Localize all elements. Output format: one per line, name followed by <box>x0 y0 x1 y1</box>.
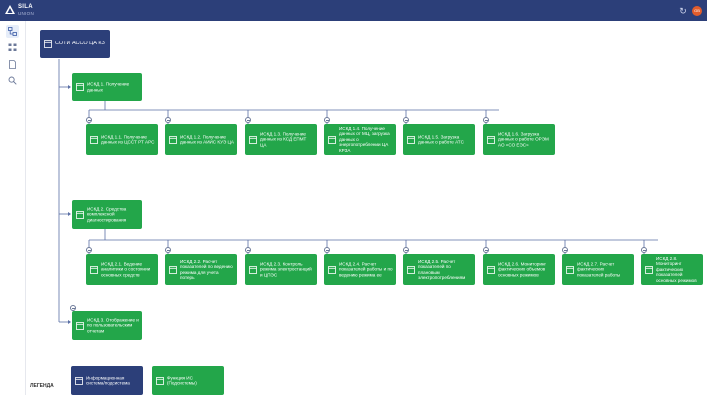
node-label: ИСКД 1.4. Получение данных от МЦ, загруз… <box>339 125 390 153</box>
user-avatar[interactable]: GB <box>692 6 702 16</box>
function-node-iskd-2-8[interactable]: ИСКД 2.8. Мониторинг фактических показат… <box>641 254 703 285</box>
legend-item-system: Информационная система/подсистема <box>71 366 143 395</box>
sila-union-logo[interactable]: SILA UNION <box>5 3 45 19</box>
collapse-toggle[interactable] <box>403 247 409 253</box>
node-label: ИСКД 2.7. Расчет фактических показателей… <box>577 261 621 278</box>
window-icon <box>44 40 52 48</box>
collapse-toggle[interactable] <box>245 247 251 253</box>
node-label: ИСКД 2.2. Расчет показателей по ведению … <box>180 258 233 281</box>
node-label: ИСКД 1.1. Получение данных из ЦССТ РТ АР… <box>101 133 155 145</box>
collapse-toggle[interactable] <box>403 117 409 123</box>
node-label: ИСКД 3. Отображение и по пользовательски… <box>87 317 139 334</box>
legend-item-label: Информационная система/подсистема <box>86 374 130 386</box>
window-icon <box>76 321 84 330</box>
sidebar-item-search[interactable] <box>6 74 19 87</box>
window-icon <box>328 265 336 274</box>
window-icon <box>487 135 495 144</box>
window-icon <box>90 265 98 274</box>
collapse-toggle[interactable] <box>483 117 489 123</box>
node-label: ИСКД 1.3. Получение данных из КСД ЕПМТ Ц… <box>260 131 307 148</box>
function-node-iskd-2[interactable]: ИСКД 2. Средства комплексной диагностиро… <box>72 200 142 229</box>
collapse-toggle[interactable] <box>324 117 330 123</box>
function-node-iskd-2-2[interactable]: ИСКД 2.2. Расчет показателей по ведению … <box>165 254 237 285</box>
node-label: ИСКД 2.4. Расчет показателей работы и по… <box>339 261 393 278</box>
sidebar-item-diagram[interactable] <box>6 25 19 38</box>
window-icon <box>249 135 257 144</box>
function-node-iskd-1-3[interactable]: ИСКД 1.3. Получение данных из КСД ЕПМТ Ц… <box>245 124 317 155</box>
window-icon <box>76 210 84 219</box>
function-node-iskd-3[interactable]: ИСКД 3. Отображение и по пользовательски… <box>72 311 142 340</box>
sidebar-item-document[interactable] <box>6 58 19 71</box>
window-icon <box>645 265 653 274</box>
window-icon <box>407 135 415 144</box>
root-node[interactable]: СОТИ АССО ЦА КЗ <box>40 30 110 58</box>
left-sidebar <box>0 21 26 395</box>
refresh-icon[interactable]: ↻ <box>678 6 688 16</box>
window-icon <box>75 376 83 385</box>
node-label: ИСКД 2.1. Ведение аналитики о состоянии … <box>101 261 151 278</box>
node-label: ИСКД 1. Получение данных <box>87 81 130 92</box>
window-icon <box>249 265 257 274</box>
window-icon <box>156 376 164 385</box>
logo-text: SILA <box>18 4 33 10</box>
node-label: ИСКД 2.3. Контроль режима электростанций… <box>260 261 312 278</box>
collapse-toggle[interactable] <box>70 305 76 311</box>
function-node-iskd-1-1[interactable]: ИСКД 1.1. Получение данных из ЦССТ РТ АР… <box>86 124 158 155</box>
window-icon <box>328 135 336 144</box>
top-bar: SILA UNION ↻ GB <box>0 0 707 21</box>
node-label: ИСКД 2.5. Расчет показателей по плановым… <box>418 258 466 281</box>
node-label: ИСКД 1.6. Загрузка данных о работе ОРЭМ … <box>498 131 549 148</box>
function-node-iskd-2-6[interactable]: ИСКД 2.6. Мониторинг фактических объемов… <box>483 254 555 285</box>
function-node-iskd-1[interactable]: ИСКД 1. Получение данных <box>72 73 142 101</box>
collapse-toggle[interactable] <box>165 117 171 123</box>
logo-subtext: UNION <box>18 11 34 16</box>
collapse-toggle[interactable] <box>86 117 92 123</box>
legend-title: ЛЕГЕНДА <box>30 383 54 389</box>
function-node-iskd-1-4[interactable]: ИСКД 1.4. Получение данных от МЦ, загруз… <box>324 124 396 155</box>
node-label: ИСКД 1.2. Получение данных из АИИС КУЭ Ц… <box>180 133 234 145</box>
window-icon <box>90 135 98 144</box>
function-node-iskd-1-2[interactable]: ИСКД 1.2. Получение данных из АИИС КУЭ Ц… <box>165 124 237 155</box>
window-icon <box>76 83 84 91</box>
logo-mark-icon <box>5 5 15 14</box>
function-node-iskd-2-1[interactable]: ИСКД 2.1. Ведение аналитики о состоянии … <box>86 254 158 285</box>
window-icon <box>407 265 415 274</box>
function-node-iskd-2-7[interactable]: ИСКД 2.7. Расчет фактических показателей… <box>562 254 634 285</box>
function-node-iskd-1-6[interactable]: ИСКД 1.6. Загрузка данных о работе ОРЭМ … <box>483 124 555 155</box>
node-label: ИСКД 1.5. Загрузка данных о работе АТС <box>418 133 464 145</box>
window-icon <box>169 265 177 274</box>
node-label: СОТИ АССО ЦА КЗ <box>55 41 105 47</box>
hierarchy-icon <box>8 43 17 51</box>
legend-item-label: Функция ИС (Подсистемы) <box>167 374 197 386</box>
function-node-iskd-2-5[interactable]: ИСКД 2.5. Расчет показателей по плановым… <box>403 254 475 285</box>
collapse-toggle[interactable] <box>324 247 330 253</box>
diagram-icon <box>8 27 17 36</box>
search-icon <box>8 76 17 85</box>
window-icon <box>566 265 574 274</box>
legend-item-function: Функция ИС (Подсистемы) <box>152 366 224 395</box>
window-icon <box>169 135 177 144</box>
function-node-iskd-1-5[interactable]: ИСКД 1.5. Загрузка данных о работе АТС <box>403 124 475 155</box>
sidebar-item-hierarchy[interactable] <box>6 41 19 54</box>
diagram-canvas: СОТИ АССО ЦА КЗ ИСКД 1. Получение данных… <box>26 21 707 395</box>
collapse-toggle[interactable] <box>562 247 568 253</box>
collapse-toggle[interactable] <box>483 247 489 253</box>
collapse-toggle[interactable] <box>641 247 647 253</box>
window-icon <box>487 265 495 274</box>
node-label: ИСКД 2. Средства комплексной диагностиро… <box>87 206 127 223</box>
node-label: ИСКД 2.6. Мониторинг фактических объемов… <box>498 261 547 278</box>
collapse-toggle[interactable] <box>245 117 251 123</box>
node-label: ИСКД 2.8. Мониторинг фактических показат… <box>656 255 697 283</box>
function-node-iskd-2-3[interactable]: ИСКД 2.3. Контроль режима электростанций… <box>245 254 317 285</box>
collapse-toggle[interactable] <box>165 247 171 253</box>
function-node-iskd-2-4[interactable]: ИСКД 2.4. Расчет показателей работы и по… <box>324 254 396 285</box>
collapse-toggle[interactable] <box>86 247 92 253</box>
document-icon <box>9 60 16 69</box>
